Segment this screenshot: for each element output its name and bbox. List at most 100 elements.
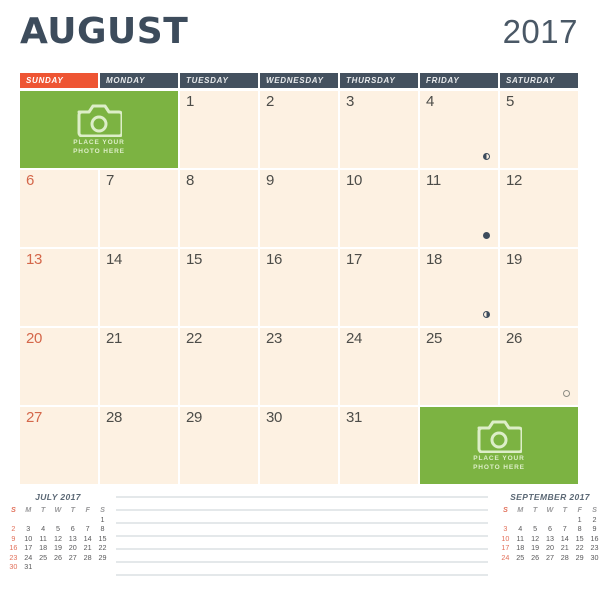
mini-previous-day[interactable]: 14 bbox=[80, 534, 95, 544]
day-cell-18[interactable]: 18 bbox=[420, 249, 498, 326]
mini-next-day[interactable]: 18 bbox=[513, 543, 528, 553]
day-cell-13[interactable]: 13 bbox=[20, 249, 98, 326]
mini-previous-day[interactable]: 28 bbox=[80, 553, 95, 563]
mini-next-day[interactable]: 10 bbox=[498, 534, 513, 544]
mini-next-day[interactable]: 5 bbox=[528, 524, 543, 534]
day-cell-12[interactable]: 12 bbox=[500, 170, 578, 247]
mini-next-day[interactable]: 22 bbox=[572, 543, 587, 553]
mini-next-day[interactable]: 24 bbox=[498, 553, 513, 563]
mini-next-day[interactable]: 26 bbox=[528, 553, 543, 563]
day-cell-23[interactable]: 23 bbox=[260, 328, 338, 405]
mini-previous-day[interactable]: 15 bbox=[95, 534, 110, 544]
mini-previous-day[interactable]: 19 bbox=[51, 543, 66, 553]
day-cell-21[interactable]: 21 bbox=[100, 328, 178, 405]
photo-placeholder-bottom[interactable]: PLACE YOUR PHOTO HERE bbox=[420, 407, 578, 484]
day-cell-29[interactable]: 29 bbox=[180, 407, 258, 484]
mini-previous-day[interactable]: 24 bbox=[21, 553, 36, 563]
day-cell-24[interactable]: 24 bbox=[340, 328, 418, 405]
day-cell-15[interactable]: 15 bbox=[180, 249, 258, 326]
mini-next-day[interactable]: 13 bbox=[543, 534, 558, 544]
mini-next-day[interactable]: 15 bbox=[572, 534, 587, 544]
day-cell-30[interactable]: 30 bbox=[260, 407, 338, 484]
day-cell-19[interactable]: 19 bbox=[500, 249, 578, 326]
note-line[interactable] bbox=[116, 522, 488, 524]
day-cell-2[interactable]: 2 bbox=[260, 91, 338, 168]
mini-previous-day[interactable]: 20 bbox=[65, 543, 80, 553]
mini-next-day[interactable]: 1 bbox=[572, 515, 587, 525]
day-cell-14[interactable]: 14 bbox=[100, 249, 178, 326]
mini-next-day[interactable]: 30 bbox=[587, 553, 600, 563]
mini-previous-day[interactable]: 11 bbox=[36, 534, 51, 544]
mini-previous-day[interactable]: 17 bbox=[21, 543, 36, 553]
day-cell-6[interactable]: 6 bbox=[20, 170, 98, 247]
mini-previous-day[interactable]: 30 bbox=[6, 562, 21, 572]
mini-previous-day[interactable]: 7 bbox=[80, 524, 95, 534]
day-cell-10[interactable]: 10 bbox=[340, 170, 418, 247]
notes-area[interactable] bbox=[116, 496, 488, 596]
mini-previous-day[interactable]: 12 bbox=[51, 534, 66, 544]
mini-next-day[interactable]: 7 bbox=[557, 524, 572, 534]
mini-previous-day[interactable]: 23 bbox=[6, 553, 21, 563]
mini-next-day[interactable]: 14 bbox=[557, 534, 572, 544]
day-cell-1[interactable]: 1 bbox=[180, 91, 258, 168]
mini-previous-day[interactable]: 18 bbox=[36, 543, 51, 553]
day-cell-26[interactable]: 26 bbox=[500, 328, 578, 405]
mini-next-day[interactable]: 28 bbox=[557, 553, 572, 563]
mini-previous-day[interactable]: 4 bbox=[36, 524, 51, 534]
mini-previous-day[interactable]: 6 bbox=[65, 524, 80, 534]
mini-previous-day[interactable]: 22 bbox=[95, 543, 110, 553]
day-cell-5[interactable]: 5 bbox=[500, 91, 578, 168]
day-cell-28[interactable]: 28 bbox=[100, 407, 178, 484]
mini-previous-day[interactable]: 13 bbox=[65, 534, 80, 544]
mini-next-day[interactable]: 4 bbox=[513, 524, 528, 534]
mini-next-day[interactable]: 8 bbox=[572, 524, 587, 534]
note-line[interactable] bbox=[116, 574, 488, 576]
day-cell-25[interactable]: 25 bbox=[420, 328, 498, 405]
mini-next-day[interactable]: 3 bbox=[498, 524, 513, 534]
day-cell-17[interactable]: 17 bbox=[340, 249, 418, 326]
day-cell-3[interactable]: 3 bbox=[340, 91, 418, 168]
mini-previous-day[interactable]: 21 bbox=[80, 543, 95, 553]
day-cell-8[interactable]: 8 bbox=[180, 170, 258, 247]
mini-next-day[interactable]: 23 bbox=[587, 543, 600, 553]
mini-next-day[interactable]: 11 bbox=[513, 534, 528, 544]
day-cell-11[interactable]: 11 bbox=[420, 170, 498, 247]
mini-previous-day[interactable]: 26 bbox=[51, 553, 66, 563]
note-line[interactable] bbox=[116, 496, 488, 498]
mini-previous-day[interactable]: 27 bbox=[65, 553, 80, 563]
mini-previous-day[interactable]: 8 bbox=[95, 524, 110, 534]
mini-next-day[interactable]: 21 bbox=[557, 543, 572, 553]
day-cell-20[interactable]: 20 bbox=[20, 328, 98, 405]
note-line[interactable] bbox=[116, 548, 488, 550]
mini-previous-day[interactable]: 2 bbox=[6, 524, 21, 534]
day-cell-22[interactable]: 22 bbox=[180, 328, 258, 405]
note-line[interactable] bbox=[116, 561, 488, 563]
mini-next-day[interactable]: 12 bbox=[528, 534, 543, 544]
mini-next-day[interactable]: 20 bbox=[543, 543, 558, 553]
mini-previous-day[interactable]: 10 bbox=[21, 534, 36, 544]
photo-placeholder-top[interactable]: PLACE YOUR PHOTO HERE bbox=[20, 91, 178, 168]
note-line[interactable] bbox=[116, 535, 488, 537]
day-cell-31[interactable]: 31 bbox=[340, 407, 418, 484]
day-cell-4[interactable]: 4 bbox=[420, 91, 498, 168]
mini-previous-day[interactable]: 29 bbox=[95, 553, 110, 563]
mini-next-day[interactable]: 9 bbox=[587, 524, 600, 534]
note-line[interactable] bbox=[116, 509, 488, 511]
mini-next-day[interactable]: 6 bbox=[543, 524, 558, 534]
day-cell-27[interactable]: 27 bbox=[20, 407, 98, 484]
mini-previous-day[interactable]: 1 bbox=[95, 515, 110, 525]
mini-next-day[interactable]: 27 bbox=[543, 553, 558, 563]
mini-next-day[interactable]: 19 bbox=[528, 543, 543, 553]
mini-previous-day[interactable]: 31 bbox=[21, 562, 36, 572]
mini-next-day[interactable]: 25 bbox=[513, 553, 528, 563]
mini-previous-day[interactable]: 25 bbox=[36, 553, 51, 563]
mini-previous-day[interactable]: 9 bbox=[6, 534, 21, 544]
mini-previous-day[interactable]: 3 bbox=[21, 524, 36, 534]
mini-next-day[interactable]: 2 bbox=[587, 515, 600, 525]
mini-next-day[interactable]: 16 bbox=[587, 534, 600, 544]
mini-next-day[interactable]: 29 bbox=[572, 553, 587, 563]
day-cell-7[interactable]: 7 bbox=[100, 170, 178, 247]
day-cell-16[interactable]: 16 bbox=[260, 249, 338, 326]
mini-previous-day[interactable]: 16 bbox=[6, 543, 21, 553]
mini-previous-day[interactable]: 5 bbox=[51, 524, 66, 534]
